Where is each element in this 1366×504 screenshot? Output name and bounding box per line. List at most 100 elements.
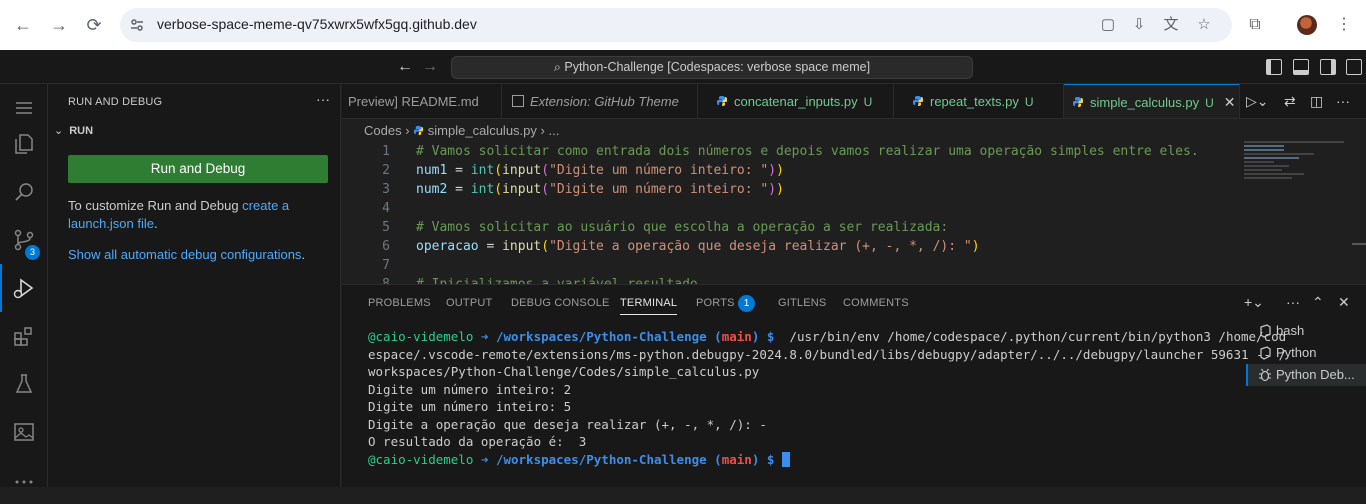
tab-terminal[interactable]: TERMINAL [620, 297, 678, 315]
create-launch-json-link[interactable]: create a [242, 198, 289, 213]
tab-comments[interactable]: COMMENTS [843, 297, 909, 309]
toggle-panel-icon[interactable] [1293, 59, 1309, 75]
command-center[interactable]: ⌕ Python-Challenge [Codespaces: verbose … [451, 56, 973, 79]
tab-output[interactable]: OUTPUT [446, 297, 492, 309]
testing-icon[interactable] [0, 360, 48, 408]
terminal-line: O resultado da operação é: 3 [368, 434, 587, 449]
terminal-bash-icon [1260, 324, 1271, 338]
terminal-line: workspaces/Python-Challenge/Codes/simple… [368, 364, 760, 379]
terminal-line: @caio-videmelo ➜ /workspaces/Python-Chal… [368, 329, 1287, 344]
tab-extension-github-theme[interactable]: Extension: GitHub Theme [502, 84, 698, 118]
translate-icon[interactable]: 文 [1162, 16, 1180, 34]
install-app-icon[interactable]: ⇩ [1130, 16, 1148, 34]
tab-problems[interactable]: PROBLEMS [368, 297, 431, 309]
search-icon: ⌕ [553, 60, 565, 74]
editor-tabs: Preview] README.md Extension: GitHub The… [342, 84, 1366, 119]
more-icon[interactable] [0, 456, 48, 504]
toggle-secondary-sidebar-icon[interactable] [1320, 59, 1336, 75]
untracked-badge: U [1024, 95, 1034, 109]
bookmark-star-icon[interactable]: ☆ [1195, 16, 1213, 34]
chevron-down-icon: ⌄ [54, 125, 64, 137]
extensions-icon[interactable] [0, 312, 48, 360]
back-icon[interactable]: ← [12, 14, 34, 36]
toggle-primary-sidebar-icon[interactable] [1266, 59, 1282, 75]
go-forward-icon[interactable]: → [420, 57, 440, 77]
go-back-icon[interactable]: ← [395, 57, 415, 77]
terminal-line: Digite um número inteiro: 5 [368, 399, 572, 414]
period: . [154, 216, 158, 231]
terminal-cursor [781, 451, 790, 467]
maximize-panel-icon[interactable]: ⌃ [1312, 294, 1324, 311]
view-more-actions-icon[interactable]: ··· [316, 91, 330, 107]
source-control-icon[interactable]: 3 [0, 216, 48, 264]
breadcrumb: Codes › simple_calculus.py › ... [364, 123, 559, 138]
close-icon[interactable]: ✕ [1224, 94, 1236, 110]
tab-gitlens[interactable]: GITLENS [778, 297, 826, 309]
activity-bar: 3 [0, 84, 48, 487]
run-and-debug-icon[interactable] [0, 264, 48, 312]
ports-badge: 1 [738, 295, 755, 312]
terminal-line: @caio-videmelo ➜ /workspaces/Python-Chal… [368, 451, 1238, 469]
untracked-badge: U [1205, 96, 1214, 110]
site-info-icon[interactable] [130, 18, 144, 32]
profile-avatar[interactable] [1297, 15, 1317, 35]
period: . [301, 247, 306, 262]
breadcrumb-folder[interactable]: Codes [364, 123, 402, 138]
split-editor-icon[interactable]: ◫ [1310, 93, 1323, 110]
image-preview-icon[interactable] [0, 408, 48, 456]
run-and-debug-view: RUN AND DEBUG ··· ⌄ RUN Run and Debug To … [48, 84, 341, 487]
breadcrumb-symbols[interactable]: ... [548, 123, 559, 138]
python-file-icon [913, 96, 923, 106]
chrome-menu-icon[interactable]: ⋮ [1333, 14, 1355, 36]
terminal-item-python[interactable]: Python [1246, 342, 1366, 364]
run-section-header[interactable]: ⌄ RUN [54, 124, 93, 137]
debug-icon [1259, 368, 1271, 382]
editor-more-actions-icon[interactable]: ··· [1336, 93, 1350, 109]
reload-icon[interactable]: ⟳ [83, 14, 105, 36]
customize-text: To customize Run and Debug create a laun… [68, 197, 328, 233]
scrollbar-marker[interactable] [1352, 243, 1366, 245]
untracked-badge: U [863, 95, 873, 109]
show-all-configs-link[interactable]: Show all automatic debug configurations [68, 247, 301, 262]
run-and-debug-button[interactable]: Run and Debug [68, 155, 328, 183]
terminal-output[interactable]: @caio-videmelo ➜ /workspaces/Python-Chal… [368, 328, 1287, 469]
clipboard-icon[interactable]: ▢ [1099, 16, 1117, 34]
search-icon[interactable] [0, 168, 48, 216]
tab-ports[interactable]: PORTS [696, 297, 735, 309]
code-line: 4 [382, 201, 390, 216]
tab-repeat-texts[interactable]: repeat_texts.py U [894, 84, 1064, 118]
new-terminal-icon[interactable]: +⌄ [1244, 294, 1264, 311]
breadcrumb-file[interactable]: simple_calculus.py [428, 123, 537, 138]
tab-concatenar-inputs[interactable]: concatenar_inputs.py U [698, 84, 894, 118]
tab-debug-console[interactable]: DEBUG CONSOLE [511, 297, 610, 309]
close-panel-icon[interactable]: ✕ [1338, 294, 1350, 311]
python-file-icon [414, 125, 424, 136]
python-file-icon [1073, 97, 1083, 107]
open-changes-icon[interactable]: ⇄ [1284, 93, 1296, 110]
code-editor[interactable]: Codes › simple_calculus.py › ... 1 # Vamo… [342, 119, 1366, 284]
url-text[interactable]: verbose-space-meme-qv75xwrx5wfx5gq.githu… [157, 16, 477, 32]
tab-readme-preview[interactable]: Preview] README.md [342, 84, 502, 118]
terminal-item-python-debug[interactable]: Python Deb... [1246, 364, 1366, 386]
panel-more-actions-icon[interactable]: ··· [1286, 294, 1300, 310]
terminal-item-bash[interactable]: bash [1246, 320, 1366, 342]
minimap[interactable] [1244, 139, 1354, 199]
tab-simple-calculus[interactable]: simple_calculus.py U ✕ [1064, 84, 1240, 118]
forward-icon[interactable]: → [48, 14, 70, 36]
code-line: 8# Inicializamos a variável resultado [342, 275, 1242, 284]
extensions-icon[interactable]: ⧉ [1244, 14, 1266, 36]
tab-label: Extension: GitHub Theme [530, 94, 679, 109]
address-bar[interactable]: verbose-space-meme-qv75xwrx5wfx5gq.githu… [120, 8, 1232, 42]
code-line: 6 operacao = input("Digite a operação que… [382, 239, 980, 254]
code-line: 3 num2 = int(input("Digite um número inte… [382, 182, 784, 197]
customize-layout-icon[interactable] [1346, 59, 1362, 75]
terminal-line: Digite um número inteiro: 2 [368, 381, 572, 397]
terminal-list: bash Python Python Deb... [1246, 320, 1366, 386]
run-python-file-icon[interactable]: ▷⌄ [1246, 93, 1269, 110]
create-launch-json-link-cont[interactable]: launch.json file [68, 216, 154, 231]
extension-icon [512, 95, 524, 107]
explorer-icon[interactable] [0, 120, 48, 168]
customize-label: To customize Run and Debug [68, 198, 239, 213]
terminal-line: espace/.vscode-remote/extensions/ms-pyth… [368, 346, 1287, 362]
scm-badge: 3 [25, 245, 40, 260]
